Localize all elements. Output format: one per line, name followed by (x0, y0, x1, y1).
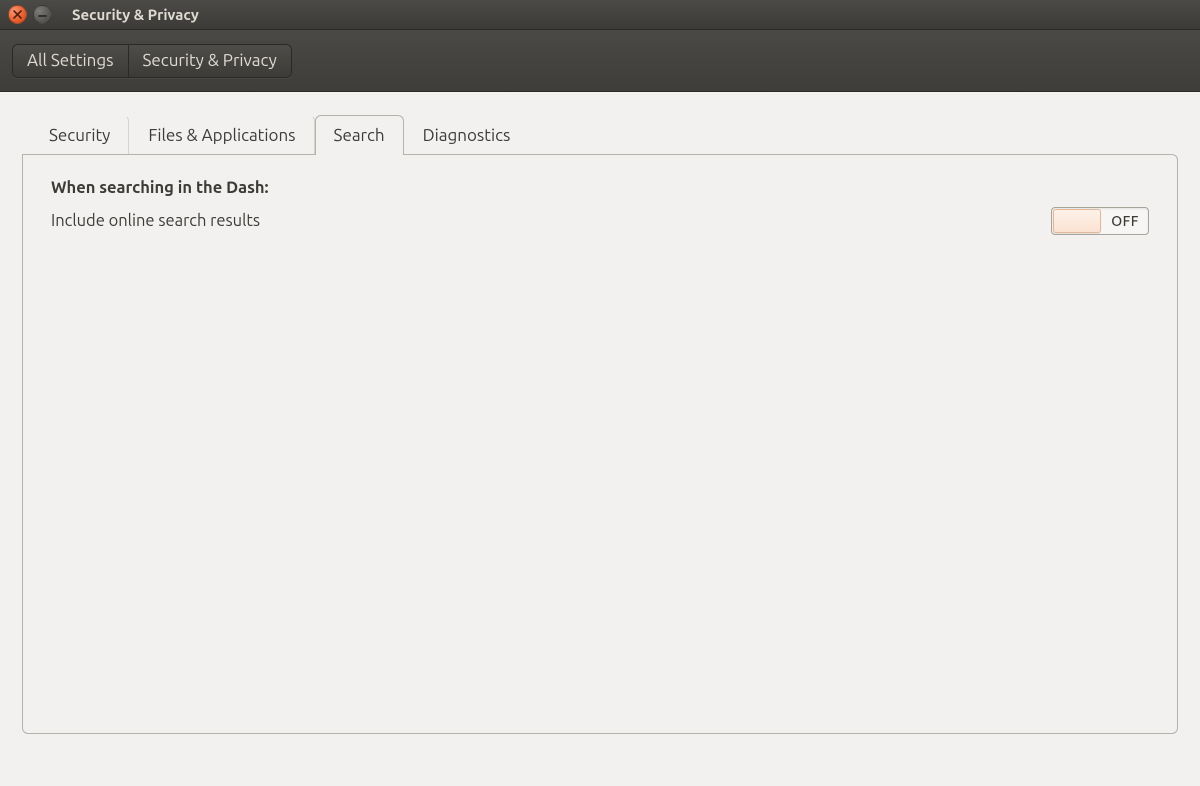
title-bar: Security & Privacy (0, 0, 1200, 30)
breadcrumb: All Settings Security & Privacy (12, 44, 292, 78)
breadcrumb-all-settings[interactable]: All Settings (13, 45, 129, 77)
option-row: Include online search results OFF (51, 207, 1149, 235)
tab-bar: Security Files & Applications Search Dia… (30, 114, 1178, 154)
content-area: Security Files & Applications Search Dia… (0, 92, 1200, 786)
tab-security[interactable]: Security (30, 115, 129, 155)
toolbar: All Settings Security & Privacy (0, 30, 1200, 92)
section-heading: When searching in the Dash: (51, 179, 1149, 197)
toggle-state-label: OFF (1102, 208, 1148, 234)
online-search-toggle[interactable]: OFF (1051, 207, 1149, 235)
close-icon[interactable] (8, 5, 27, 24)
tab-panel: When searching in the Dash: Include onli… (22, 154, 1178, 734)
minimize-icon[interactable] (33, 5, 52, 24)
window-title: Security & Privacy (72, 6, 199, 23)
tab-files-applications[interactable]: Files & Applications (129, 115, 314, 155)
breadcrumb-security-privacy[interactable]: Security & Privacy (129, 45, 291, 77)
toggle-knob (1053, 209, 1101, 233)
tab-diagnostics[interactable]: Diagnostics (404, 115, 530, 155)
option-label: Include online search results (51, 212, 260, 230)
tab-search[interactable]: Search (315, 115, 404, 155)
settings-window: Security & Privacy All Settings Security… (0, 0, 1200, 786)
